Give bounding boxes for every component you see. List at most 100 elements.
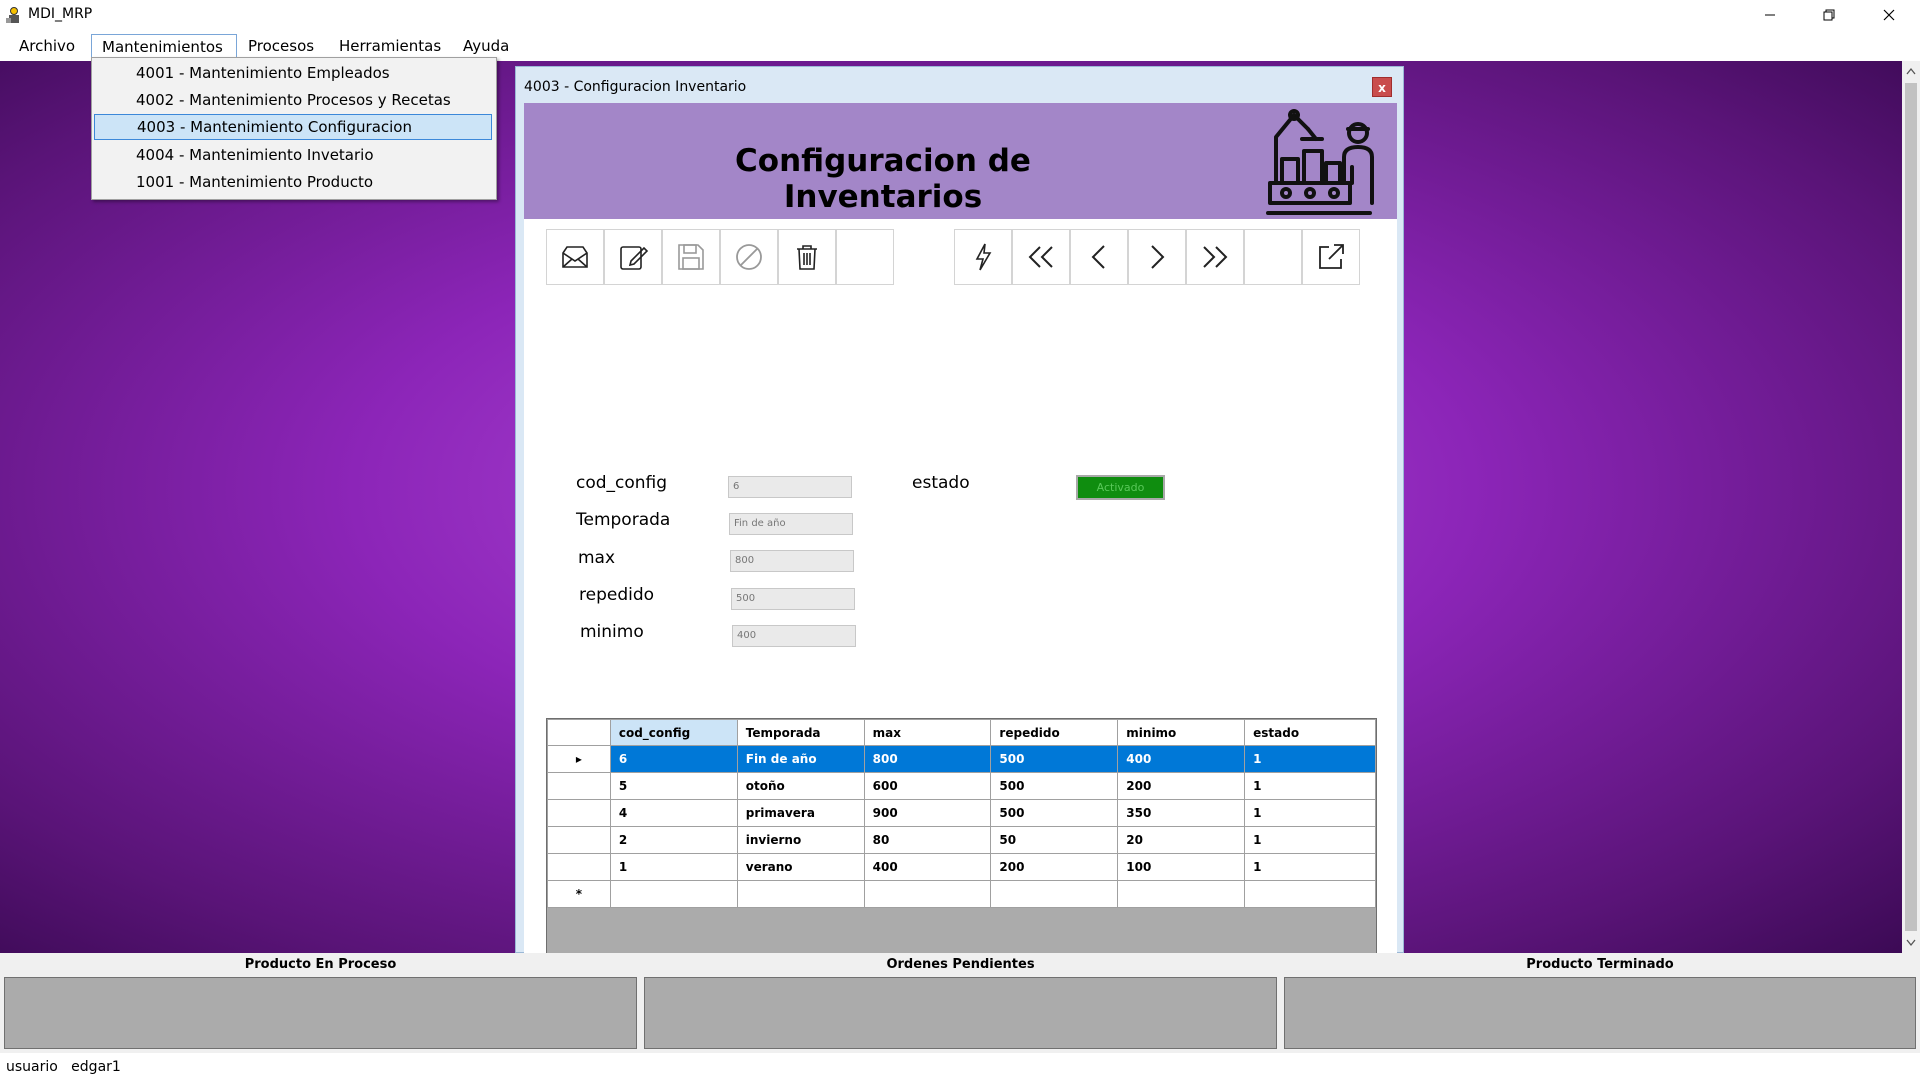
table-cell[interactable]: primavera (736, 799, 865, 827)
table-cell[interactable] (863, 880, 992, 908)
menu-item-4003[interactable]: 4003 - Mantenimiento Configuracion (94, 114, 492, 140)
table-cell[interactable]: otoño (736, 772, 865, 800)
temporada-label: Temporada (576, 510, 671, 530)
table-cell[interactable] (736, 880, 865, 908)
table-cell[interactable] (1244, 880, 1376, 908)
table-row[interactable]: 2 invierno 80 50 20 1 (547, 826, 1376, 854)
refresh-button[interactable] (954, 229, 1012, 285)
table-cell[interactable]: 900 (863, 799, 992, 827)
edit-button[interactable] (604, 229, 662, 285)
column-header-cod-config[interactable]: cod_config (609, 719, 738, 746)
row-header[interactable] (547, 853, 611, 881)
current-row-marker[interactable]: ▸ (547, 745, 611, 773)
table-cell[interactable]: 400 (863, 853, 992, 881)
previous-record-button[interactable] (1070, 229, 1128, 285)
table-cell[interactable]: 5 (609, 772, 738, 800)
menu-item-4002[interactable]: 4002 - Mantenimiento Procesos y Recetas (94, 87, 492, 113)
next-record-button[interactable] (1128, 229, 1186, 285)
row-header[interactable] (547, 799, 611, 827)
estado-toggle-button[interactable]: Activado (1076, 475, 1165, 500)
table-cell[interactable]: 1 (1244, 772, 1376, 800)
table-cell[interactable]: 200 (1117, 772, 1246, 800)
blank-button-right[interactable] (1244, 229, 1302, 285)
row-header[interactable] (547, 826, 611, 854)
table-cell[interactable] (1117, 880, 1246, 908)
table-cell[interactable]: 2 (609, 826, 738, 854)
table-cell[interactable]: 1 (1244, 799, 1376, 827)
cod-config-field[interactable]: 6 (728, 476, 852, 498)
table-cell[interactable]: 1 (1244, 745, 1376, 773)
max-field[interactable]: 800 (730, 550, 854, 572)
table-cell[interactable]: 50 (990, 826, 1119, 854)
chevron-right-icon (1151, 245, 1165, 269)
panel-title-en-proceso: Producto En Proceso (244, 957, 397, 972)
scroll-down-icon[interactable] (1906, 939, 1916, 947)
table-cell[interactable]: 80 (863, 826, 992, 854)
table-cell[interactable]: 6 (609, 745, 738, 773)
table-cell[interactable]: Fin de año (736, 745, 865, 773)
table-row[interactable]: 4 primavera 900 500 350 1 (547, 799, 1376, 827)
table-cell[interactable]: 500 (990, 772, 1119, 800)
delete-button[interactable] (778, 229, 836, 285)
menu-herramientas[interactable]: Herramientas (329, 34, 451, 58)
last-record-button[interactable] (1186, 229, 1244, 285)
panel-en-proceso[interactable] (4, 977, 637, 1049)
table-cell[interactable]: 20 (1117, 826, 1246, 854)
restore-button[interactable] (1800, 0, 1858, 30)
table-row[interactable]: ▸ 6 Fin de año 800 500 400 1 (547, 745, 1376, 773)
table-cell[interactable]: 1 (609, 853, 738, 881)
table-row[interactable]: 5 otoño 600 500 200 1 (547, 772, 1376, 800)
new-button[interactable] (546, 229, 604, 285)
close-button[interactable] (1860, 0, 1918, 30)
table-cell[interactable]: invierno (736, 826, 865, 854)
panel-terminado[interactable] (1284, 977, 1916, 1049)
menu-mantenimientos[interactable]: Mantenimientos (91, 34, 237, 58)
first-record-button[interactable] (1012, 229, 1070, 285)
column-header-temporada[interactable]: Temporada (736, 719, 865, 746)
save-button[interactable] (662, 229, 720, 285)
column-header-repedido[interactable]: repedido (990, 719, 1119, 746)
menu-item-4001[interactable]: 4001 - Mantenimiento Empleados (94, 60, 492, 86)
new-row[interactable]: * (547, 880, 1376, 908)
child-close-button[interactable]: x (1372, 77, 1392, 97)
row-header-corner (547, 719, 611, 746)
menu-item-4004[interactable]: 4004 - Mantenimiento Invetario (94, 142, 492, 168)
column-header-estado[interactable]: estado (1244, 719, 1376, 746)
scroll-thumb[interactable] (1905, 83, 1917, 931)
vertical-scrollbar[interactable] (1902, 61, 1920, 953)
blank-button-left[interactable] (836, 229, 894, 285)
table-cell[interactable]: 1 (1244, 853, 1376, 881)
panel-pendientes[interactable] (644, 977, 1277, 1049)
export-button[interactable] (1302, 229, 1360, 285)
menu-ayuda[interactable]: Ayuda (453, 34, 519, 58)
row-header[interactable] (547, 772, 611, 800)
table-cell[interactable]: 200 (990, 853, 1119, 881)
column-header-max[interactable]: max (863, 719, 992, 746)
table-cell[interactable]: 350 (1117, 799, 1246, 827)
minimo-field[interactable]: 400 (732, 625, 856, 647)
column-header-minimo[interactable]: minimo (1117, 719, 1246, 746)
table-cell[interactable]: 4 (609, 799, 738, 827)
scroll-up-icon[interactable] (1906, 67, 1916, 75)
minimize-icon (1765, 14, 1775, 16)
config-data-grid[interactable]: cod_config Temporada max repedido minimo… (546, 718, 1377, 956)
menu-archivo[interactable]: Archivo (9, 34, 85, 58)
table-cell[interactable]: 400 (1117, 745, 1246, 773)
table-cell[interactable] (609, 880, 738, 908)
temporada-field[interactable]: Fin de año (729, 513, 853, 535)
table-cell[interactable]: verano (736, 853, 865, 881)
table-cell[interactable]: 100 (1117, 853, 1246, 881)
table-cell[interactable]: 500 (990, 745, 1119, 773)
table-cell[interactable]: 500 (990, 799, 1119, 827)
table-cell[interactable]: 600 (863, 772, 992, 800)
minimize-button[interactable] (1741, 0, 1799, 30)
repedido-field[interactable]: 500 (731, 588, 855, 610)
cancel-button[interactable] (720, 229, 778, 285)
new-row-marker[interactable]: * (547, 880, 611, 908)
table-cell[interactable] (990, 880, 1119, 908)
table-cell[interactable]: 1 (1244, 826, 1376, 854)
menu-procesos[interactable]: Procesos (238, 34, 324, 58)
menu-item-1001[interactable]: 1001 - Mantenimiento Producto (94, 169, 492, 195)
table-row[interactable]: 1 verano 400 200 100 1 (547, 853, 1376, 881)
table-cell[interactable]: 800 (863, 745, 992, 773)
